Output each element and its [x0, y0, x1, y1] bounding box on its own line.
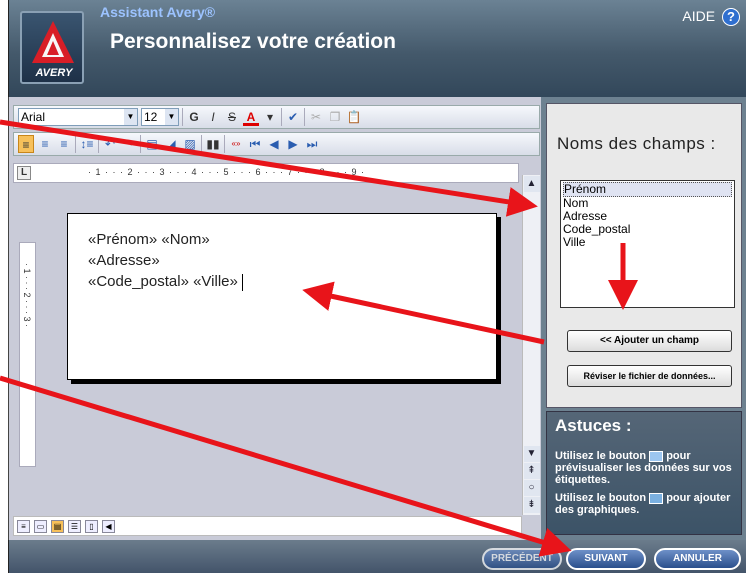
text-caret [241, 273, 243, 291]
field-item[interactable]: Prénom [563, 182, 732, 197]
merge-line-3-text: «Code_postal» «Ville» [88, 273, 238, 290]
ruler-scale: · 1 · · · 2 · · · 3 · · · 4 · · · 5 · · … [88, 167, 365, 177]
review-data-file-button[interactable]: Réviser le fichier de données... [567, 365, 732, 387]
field-item[interactable]: Code_postal [563, 223, 732, 236]
font-family-value: Arial [21, 110, 46, 124]
redo-icon[interactable]: ↷ [121, 135, 137, 153]
text-box-icon[interactable]: ▤ [144, 135, 160, 153]
font-color-dropdown-icon[interactable]: ▾ [262, 108, 278, 126]
fields-title: Noms des champs : [557, 134, 716, 153]
tips-panel: Astuces : Utilisez le bouton pour prévis… [546, 411, 742, 535]
barcode-icon[interactable]: ▮▮ [205, 135, 221, 153]
help-link[interactable]: AIDE ? [682, 8, 740, 27]
paint-icon[interactable]: ◢ [163, 135, 179, 153]
align-center-icon[interactable]: ≡ [37, 135, 53, 153]
next-record-icon[interactable]: ▶ [285, 135, 301, 153]
next-button[interactable]: SUIVANT [566, 548, 646, 570]
cut-icon[interactable]: ✂ [308, 108, 324, 126]
toolbar-divider [281, 108, 282, 126]
avery-logo-text: AVERY [35, 67, 73, 79]
prev-record-icon[interactable]: ◀ [266, 135, 282, 153]
avery-wizard-window: AVERY Assistant Avery® Personnalisez vot… [0, 0, 746, 573]
normal-view-icon[interactable]: ≡ [17, 519, 30, 533]
strikethrough-button[interactable]: S [224, 108, 240, 126]
help-question-icon[interactable]: ? [722, 8, 740, 27]
scroll-left-icon[interactable]: ◀ [102, 519, 115, 533]
browse-object-icon[interactable]: ○ [523, 480, 540, 496]
web-view-icon[interactable]: ▭ [34, 519, 47, 533]
outline-view-icon[interactable]: ☰ [68, 519, 81, 533]
fields-panel: Noms des champs : Prénom Nom Adresse Cod… [546, 103, 742, 408]
reading-view-icon[interactable]: ▯ [85, 519, 98, 533]
graphics-icon [649, 492, 664, 504]
spell-check-icon[interactable]: ✔ [285, 108, 301, 126]
line-spacing-icon[interactable]: ↕≡ [79, 135, 95, 153]
font-size-select[interactable]: 12 ▼ [141, 108, 179, 126]
field-names-list[interactable]: Prénom Nom Adresse Code_postal Ville [560, 180, 735, 308]
merge-line-3[interactable]: «Code_postal» «Ville» [88, 273, 243, 291]
toolbar-divider [224, 135, 225, 153]
tips-title: Astuces : [555, 416, 632, 435]
preview-icon [649, 450, 664, 462]
vertical-ruler-scale: · 1 · · · 2 · · · 3 · [22, 263, 32, 327]
formatting-toolbar: Arial ▼ 12 ▼ G I S A ▾ ✔ ✂ ❐ 📋 [13, 105, 540, 129]
page-title: Personnalisez votre création [110, 30, 396, 53]
chevron-down-icon[interactable]: ▼ [165, 109, 178, 125]
avery-logo-mark-icon [32, 21, 74, 63]
label-page[interactable]: «Prénom» «Nom» «Adresse» «Code_postal» «… [67, 213, 497, 380]
help-label: AIDE [682, 8, 716, 24]
view-and-horizontal-scrollbar[interactable]: ≡ ▭ ▤ ☰ ▯ ◀ [13, 516, 522, 536]
vertical-ruler: · 1 · · · 2 · · · 3 · [19, 242, 36, 467]
chevron-down-icon[interactable]: ▼ [124, 109, 137, 125]
font-family-select[interactable]: Arial ▼ [18, 108, 138, 126]
wizard-footer: PRÉCÉDENT SUIVANT ANNULER [8, 540, 746, 573]
wizard-header: AVERY Assistant Avery® Personnalisez vot… [8, 0, 746, 97]
paste-icon[interactable]: 📋 [346, 108, 362, 126]
align-left-icon[interactable]: ≡ [18, 135, 34, 153]
label-editor: Arial ▼ 12 ▼ G I S A ▾ ✔ ✂ ❐ 📋 ≡ ≡ ≡ ↕≡ … [8, 97, 541, 540]
merge-line-1[interactable]: «Prénom» «Nom» [88, 231, 210, 248]
scroll-down-icon[interactable]: ▼ [523, 446, 540, 462]
copy-icon[interactable]: ❐ [327, 108, 343, 126]
toolbar-divider [201, 135, 202, 153]
layout-toolbar: ≡ ≡ ≡ ↕≡ ↶ ↷ ▤ ◢ ▨ ▮▮ «» ⏮ ◀ ▶ ⏭ [13, 132, 540, 156]
toolbar-divider [182, 108, 183, 126]
merge-field-icon[interactable]: «» [228, 135, 244, 153]
horizontal-ruler: L · 1 · · · 2 · · · 3 · · · 4 · · · 5 · … [13, 163, 519, 183]
cancel-button[interactable]: ANNULER [654, 548, 741, 570]
merge-line-2[interactable]: «Adresse» [88, 252, 160, 269]
align-right-icon[interactable]: ≡ [56, 135, 72, 153]
previous-button[interactable]: PRÉCÉDENT [482, 548, 562, 570]
avery-logo: AVERY [20, 11, 84, 84]
toolbar-divider [75, 135, 76, 153]
tips-text: Utilisez le bouton pour prévisualiser le… [555, 450, 741, 516]
bold-button[interactable]: G [186, 108, 202, 126]
toolbar-divider [98, 135, 99, 153]
font-size-value: 12 [144, 110, 158, 124]
vertical-scrollbar[interactable]: ▲ ▼ ⇞ ○ ⇟ [522, 175, 540, 515]
tip2-lead: Utilisez le bouton [555, 492, 647, 504]
previous-page-icon[interactable]: ⇞ [523, 463, 540, 479]
next-page-icon[interactable]: ⇟ [523, 497, 540, 513]
assistant-name: Assistant Avery® [100, 4, 216, 20]
italic-button[interactable]: I [205, 108, 221, 126]
scroll-track[interactable] [523, 193, 540, 445]
last-record-icon[interactable]: ⏭ [304, 135, 320, 153]
tab-stop-selector[interactable]: L [17, 166, 31, 180]
page-view-icon[interactable]: ▤ [51, 519, 64, 533]
tip1-lead: Utilisez le bouton [555, 450, 647, 462]
scroll-up-icon[interactable]: ▲ [523, 176, 540, 192]
undo-icon[interactable]: ↶ [102, 135, 118, 153]
toolbar-divider [140, 135, 141, 153]
first-record-icon[interactable]: ⏮ [247, 135, 263, 153]
font-color-button[interactable]: A [243, 108, 259, 126]
add-field-button[interactable]: << Ajouter un champ [567, 330, 732, 352]
field-item[interactable]: Ville [563, 236, 732, 249]
toolbar-divider [304, 108, 305, 126]
side-panel: Noms des champs : Prénom Nom Adresse Cod… [541, 97, 746, 540]
image-icon[interactable]: ▨ [182, 135, 198, 153]
